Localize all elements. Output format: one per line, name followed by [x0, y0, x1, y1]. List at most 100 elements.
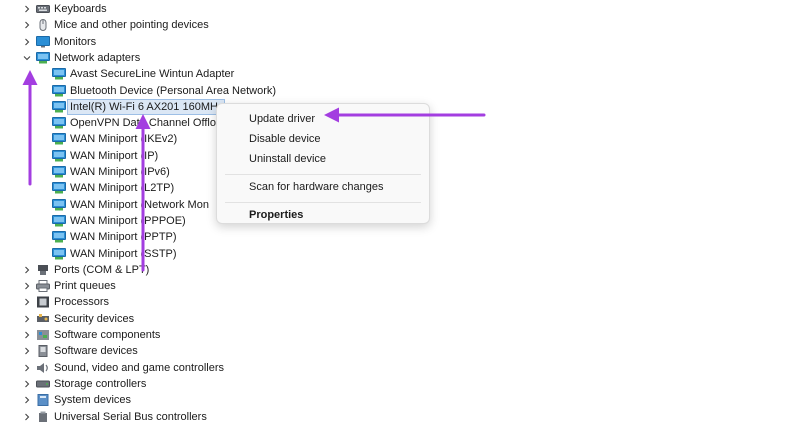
chevron-right-icon[interactable]: [20, 360, 34, 376]
network-adapter-icon: [52, 85, 66, 97]
network-adapter-icon: [52, 182, 66, 194]
network-adapter-icon: [52, 68, 66, 80]
chevron-right-icon[interactable]: [20, 409, 34, 425]
menu-item-uninstall-device[interactable]: Uninstall device: [249, 153, 326, 165]
category-security-devices[interactable]: Security devices: [20, 311, 134, 327]
context-menu: Update driver Disable device Uninstall d…: [216, 103, 430, 224]
category-label: System devices: [54, 394, 132, 406]
system-device-icon: [36, 394, 50, 406]
category-software-devices[interactable]: Software devices: [20, 343, 138, 359]
category-system-devices[interactable]: System devices: [20, 392, 131, 408]
category-storage-controllers[interactable]: Storage controllers: [20, 376, 146, 392]
chevron-right-icon[interactable]: [20, 376, 34, 392]
category-label: Software components: [54, 329, 161, 341]
adapter-item[interactable]: WAN Miniport (Network Mon: [52, 197, 209, 213]
category-label: Network adapters: [54, 52, 141, 64]
usb-icon: [36, 411, 50, 423]
network-adapter-icon: [52, 248, 66, 260]
adapter-item[interactable]: WAN Miniport (PPTP): [52, 229, 177, 245]
category-label: Monitors: [54, 36, 97, 48]
chevron-right-icon[interactable]: [20, 343, 34, 359]
category-software-components[interactable]: Software components: [20, 327, 160, 343]
port-icon: [36, 264, 50, 276]
adapter-label: WAN Miniport (IPv6): [70, 166, 170, 178]
category-label: Print queues: [54, 280, 116, 292]
category-label: Processors: [54, 296, 110, 308]
adapter-label: WAN Miniport (PPPOE): [70, 215, 186, 227]
chevron-right-icon[interactable]: [20, 1, 34, 17]
network-adapter-icon: [52, 199, 66, 211]
printer-icon: [36, 280, 50, 292]
category-keyboards[interactable]: Keyboards: [20, 1, 107, 17]
adapter-label: WAN Miniport (IP): [70, 150, 159, 162]
network-adapter-icon: [52, 150, 66, 162]
category-label: Software devices: [54, 345, 138, 357]
category-label: Mice and other pointing devices: [54, 19, 209, 31]
adapter-item[interactable]: WAN Miniport (IP): [52, 148, 158, 164]
chevron-right-icon[interactable]: [20, 278, 34, 294]
chevron-right-icon[interactable]: [20, 327, 34, 343]
software-device-icon: [36, 345, 50, 357]
chevron-down-icon[interactable]: [20, 50, 34, 66]
menu-item-update-driver[interactable]: Update driver: [249, 113, 315, 125]
network-adapter-icon: [52, 101, 66, 113]
menu-separator: [225, 174, 421, 175]
menu-item-disable-device[interactable]: Disable device: [249, 133, 321, 145]
mouse-icon: [36, 19, 50, 31]
adapter-label: OpenVPN Data Channel Offlo: [70, 117, 216, 129]
adapter-label: WAN Miniport (Network Mon: [70, 199, 209, 211]
keyboard-icon: [36, 3, 50, 15]
menu-item-scan-hardware[interactable]: Scan for hardware changes: [249, 181, 384, 193]
storage-controller-icon: [36, 378, 50, 390]
adapter-item[interactable]: WAN Miniport (PPPOE): [52, 213, 186, 229]
network-adapter-icon: [36, 52, 50, 64]
category-label: Keyboards: [54, 3, 107, 15]
category-label: Ports (COM & LPT): [54, 264, 150, 276]
adapter-item[interactable]: WAN Miniport (IPv6): [52, 164, 170, 180]
menu-item-properties[interactable]: Properties: [249, 209, 303, 221]
adapter-item[interactable]: OpenVPN Data Channel Offlo: [52, 115, 216, 131]
network-adapter-icon: [52, 215, 66, 227]
adapter-label: Intel(R) Wi-Fi 6 AX201 160MH-: [67, 99, 225, 115]
adapter-label: WAN Miniport (PPTP): [70, 231, 177, 243]
network-adapter-icon: [52, 166, 66, 178]
adapter-label: Avast SecureLine Wintun Adapter: [70, 68, 235, 80]
chevron-right-icon[interactable]: [20, 392, 34, 408]
chevron-right-icon[interactable]: [20, 17, 34, 33]
speaker-icon: [36, 362, 50, 374]
category-label: Storage controllers: [54, 378, 147, 390]
chevron-right-icon[interactable]: [20, 294, 34, 310]
adapter-item[interactable]: Intel(R) Wi-Fi 6 AX201 160MH-: [52, 99, 225, 115]
category-processors[interactable]: Processors: [20, 294, 109, 310]
adapter-item[interactable]: Bluetooth Device (Personal Area Network): [52, 83, 276, 99]
category-label: Sound, video and game controllers: [54, 362, 224, 374]
category-monitors[interactable]: Monitors: [20, 34, 96, 50]
adapter-item[interactable]: WAN Miniport (L2TP): [52, 180, 174, 196]
network-adapter-icon: [52, 231, 66, 243]
menu-separator: [225, 202, 421, 203]
category-label: Security devices: [54, 313, 135, 325]
category-label: Universal Serial Bus controllers: [54, 411, 207, 423]
processor-icon: [36, 296, 50, 308]
security-device-icon: [36, 313, 50, 325]
category-ports-com-lpt[interactable]: Ports (COM & LPT): [20, 262, 149, 278]
monitor-icon: [36, 36, 50, 48]
chevron-right-icon[interactable]: [20, 311, 34, 327]
adapter-label: Bluetooth Device (Personal Area Network): [70, 85, 277, 97]
chevron-right-icon[interactable]: [20, 262, 34, 278]
adapter-label: WAN Miniport (L2TP): [70, 182, 175, 194]
category-network-adapters[interactable]: Network adapters: [20, 50, 140, 66]
network-adapter-icon: [52, 117, 66, 129]
adapter-label: WAN Miniport (SSTP): [70, 248, 177, 260]
adapter-label: WAN Miniport (IKEv2): [70, 133, 178, 145]
category-print-queues[interactable]: Print queues: [20, 278, 116, 294]
adapter-item[interactable]: WAN Miniport (SSTP): [52, 246, 177, 262]
adapter-item[interactable]: Avast SecureLine Wintun Adapter: [52, 66, 234, 82]
category-mice-and-other-pointing-devices[interactable]: Mice and other pointing devices: [20, 17, 209, 33]
category-universal-serial-bus-controllers[interactable]: Universal Serial Bus controllers: [20, 409, 207, 425]
network-adapter-icon: [52, 133, 66, 145]
software-component-icon: [36, 329, 50, 341]
chevron-right-icon[interactable]: [20, 34, 34, 50]
category-sound-video-and-game-controllers[interactable]: Sound, video and game controllers: [20, 360, 224, 376]
adapter-item[interactable]: WAN Miniport (IKEv2): [52, 131, 177, 147]
